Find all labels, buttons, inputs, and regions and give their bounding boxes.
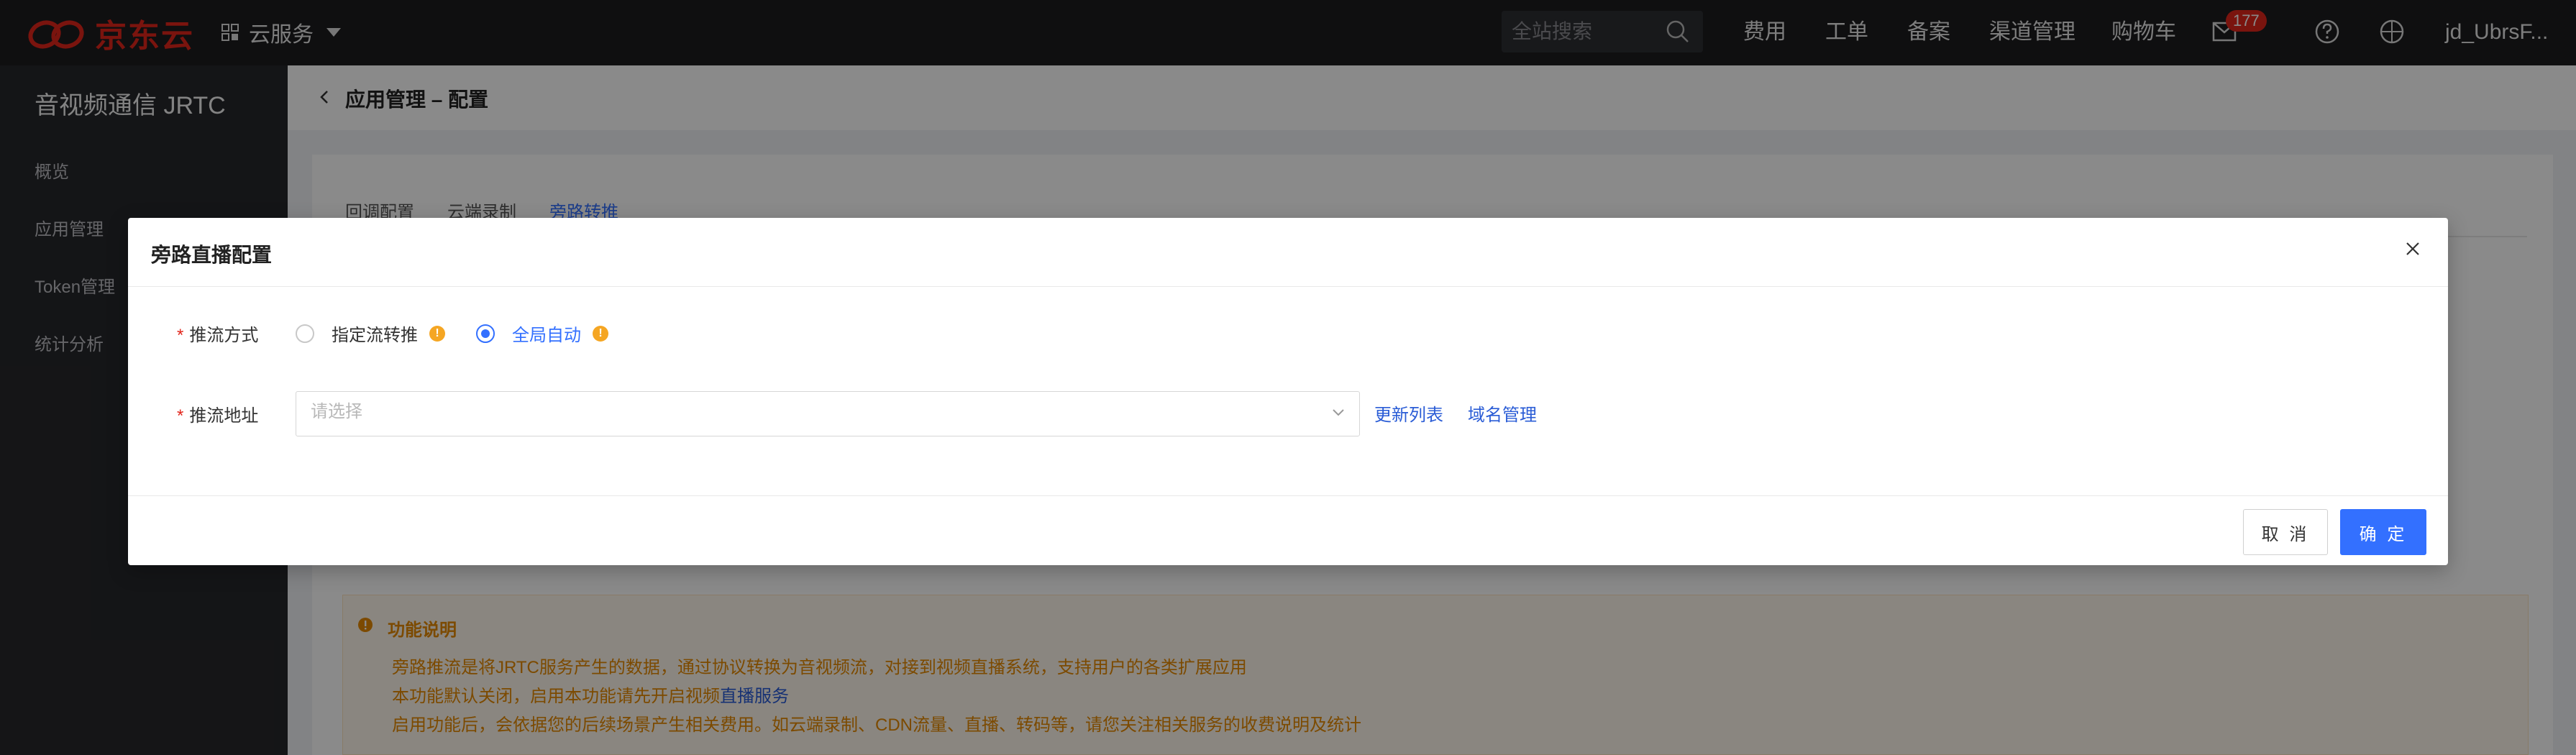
required-mark: *: [177, 326, 184, 345]
radio-specified-stream[interactable]: 指定流转推 !: [296, 321, 445, 346]
close-icon[interactable]: [2402, 238, 2424, 260]
radio-circle[interactable]: [476, 324, 495, 343]
radio-circle[interactable]: [296, 324, 314, 343]
push-address-input[interactable]: [311, 402, 1303, 422]
required-mark: *: [177, 406, 184, 426]
refresh-list-link[interactable]: 更新列表: [1374, 401, 1443, 426]
push-address-label-text: 推流地址: [189, 406, 259, 426]
dialog-title: 旁路直播配置: [151, 244, 273, 266]
bypass-live-config-dialog: 旁路直播配置 *推流方式 指定流转推 ! 全局自动 ! *推流地址 更新列表 域…: [128, 218, 2448, 565]
radio-label: 指定流转推: [332, 326, 418, 345]
push-address-label: * 推流地址: [177, 401, 258, 426]
radio-global-auto[interactable]: 全局自动 !: [476, 321, 608, 346]
info-icon[interactable]: !: [429, 325, 445, 342]
push-mode-label-text: 推流方式: [189, 326, 259, 345]
push-mode-label: * 推流方式: [177, 321, 258, 346]
push-address-select[interactable]: [296, 391, 1360, 436]
radio-label: 全局自动: [512, 326, 581, 345]
chevron-down-icon: [1333, 409, 1344, 416]
domain-management-link[interactable]: 域名管理: [1468, 401, 1537, 426]
info-icon[interactable]: !: [593, 325, 608, 342]
cancel-button[interactable]: 取 消: [2243, 509, 2328, 555]
confirm-button[interactable]: 确 定: [2340, 509, 2426, 555]
dialog-header: 旁路直播配置: [128, 218, 2448, 287]
dialog-footer: 取 消 确 定: [128, 495, 2448, 565]
